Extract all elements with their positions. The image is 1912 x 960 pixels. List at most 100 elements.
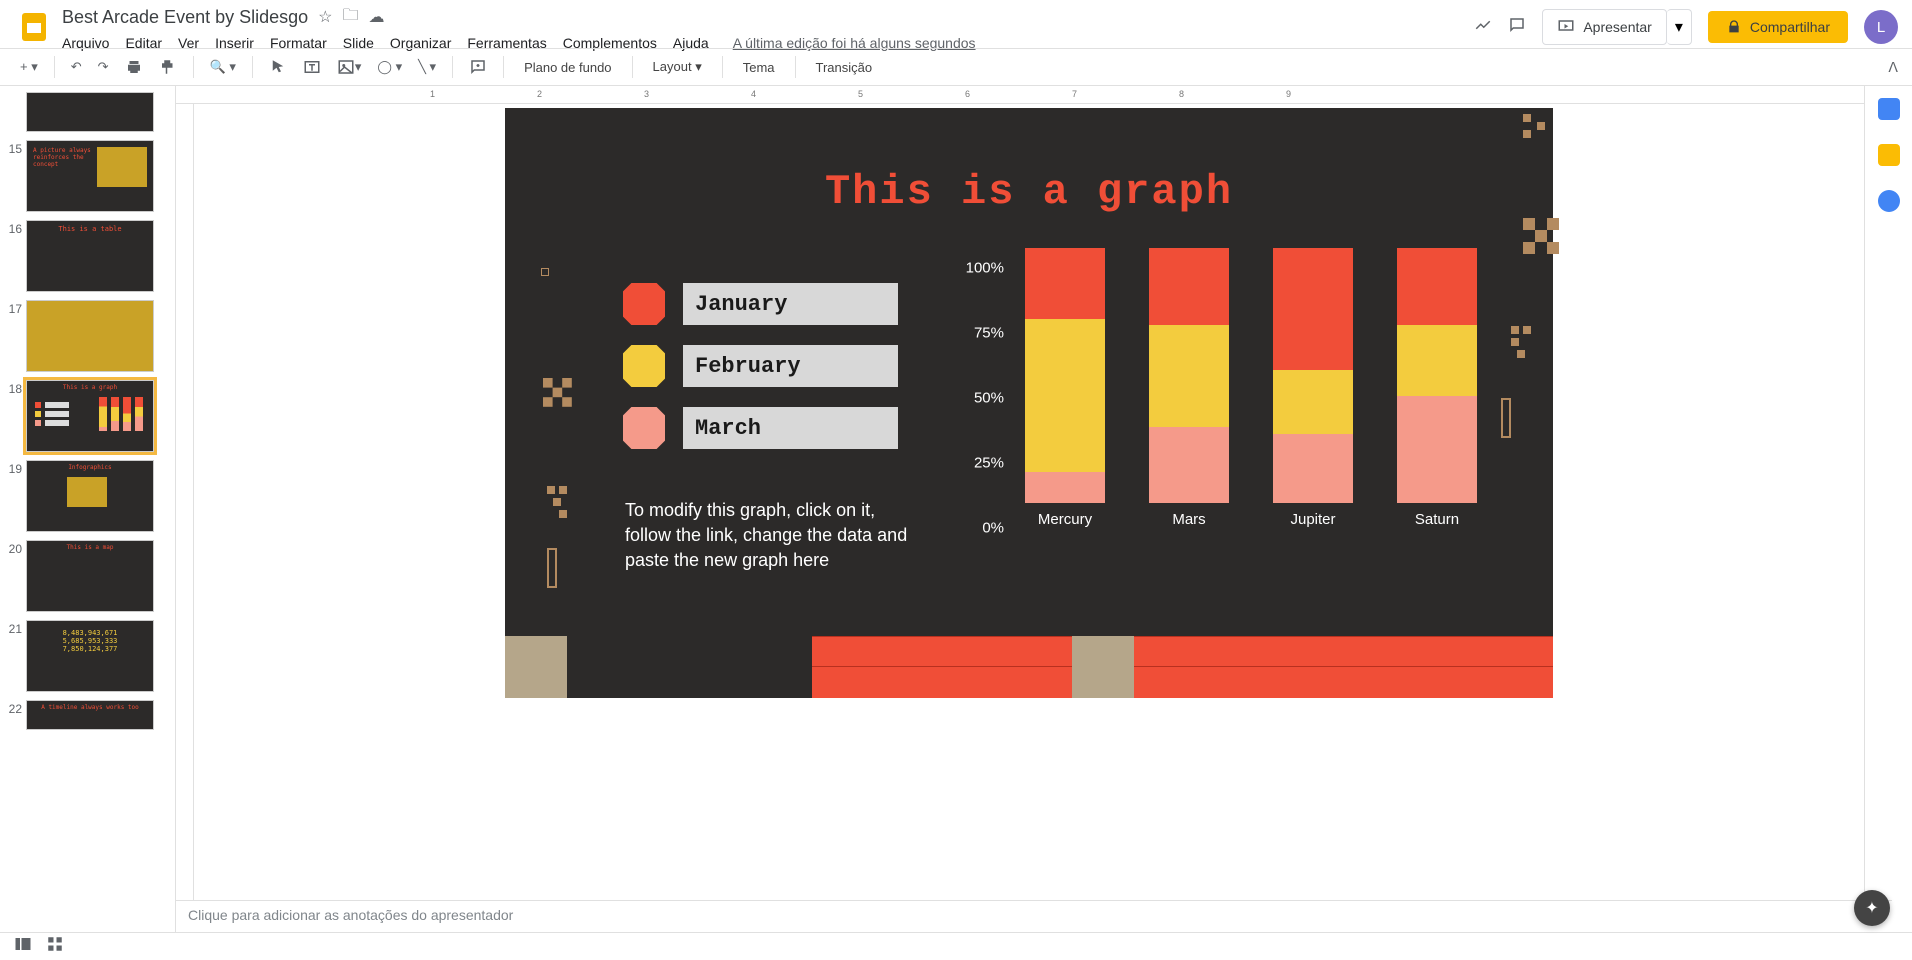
legend-label: March: [683, 407, 898, 449]
transition-button[interactable]: Transição: [806, 56, 883, 79]
textbox-tool[interactable]: [297, 54, 327, 80]
legend-swatch: [623, 283, 665, 325]
segment-february: [1273, 370, 1353, 434]
slide-thumb-15[interactable]: A picture alwaysreinforces theconcept: [26, 140, 154, 212]
thumb-num: 22: [4, 700, 26, 716]
filmstrip[interactable]: 15A picture alwaysreinforces theconcept …: [0, 86, 176, 932]
thumb-num: 19: [4, 460, 26, 476]
line-tool[interactable]: ╲ ▾: [412, 55, 442, 79]
brick-decoration: [505, 636, 1553, 698]
thumb-num: 18: [4, 380, 26, 396]
segment-february: [1025, 319, 1105, 472]
redo-button[interactable]: ↷: [92, 55, 115, 79]
new-slide-button[interactable]: + ▾: [14, 55, 44, 79]
bar-chart[interactable]: 100% 75% 50% 25% 0% MercuryMarsJupiterSa…: [955, 268, 1485, 568]
slide-thumb-21[interactable]: 8,483,943,6715,685,953,3337,850,124,377: [26, 620, 154, 692]
bar-mars: Mars: [1149, 248, 1229, 528]
horizontal-ruler[interactable]: 123456789: [176, 86, 1864, 104]
legend-item-march: March: [623, 407, 898, 449]
hide-menus-icon[interactable]: ᐱ: [1888, 59, 1898, 76]
segment-february: [1149, 325, 1229, 427]
notes-placeholder: Clique para adicionar as anotações do ap…: [188, 907, 513, 923]
bottom-bar: [0, 932, 1912, 960]
titlebar: Best Arcade Event by Slidesgo ☆ 🗀 ☁ Arqu…: [0, 0, 1912, 48]
side-panel: ›: [1864, 86, 1912, 932]
thumb-num: 21: [4, 620, 26, 636]
shape-tool[interactable]: ◯ ▾: [371, 55, 408, 79]
present-button[interactable]: Apresentar: [1542, 9, 1666, 45]
helper-text: To modify this graph, click on it, follo…: [625, 498, 915, 574]
tasks-icon[interactable]: [1878, 190, 1900, 212]
slide-canvas[interactable]: This is a graph: [505, 108, 1553, 698]
y-axis: 100% 75% 50% 25% 0%: [955, 268, 1010, 528]
present-dropdown[interactable]: ▾: [1667, 9, 1692, 45]
segment-january: [1025, 248, 1105, 319]
background-button[interactable]: Plano de fundo: [514, 56, 621, 79]
slide-thumb-22[interactable]: A timeline always works too: [26, 700, 154, 730]
slide-thumb-18[interactable]: This is a graph: [26, 380, 154, 452]
keep-icon[interactable]: [1878, 144, 1900, 166]
slides-logo-icon[interactable]: [14, 7, 54, 47]
legend-swatch: [623, 407, 665, 449]
thumb-num: 20: [4, 540, 26, 556]
bar-mercury: Mercury: [1025, 248, 1105, 528]
pixel-rect-icon: [1501, 398, 1511, 438]
legend-label: February: [683, 345, 898, 387]
ytick: 25%: [974, 455, 1004, 472]
segment-march: [1025, 472, 1105, 503]
category-label: Mercury: [1038, 511, 1092, 528]
segment-march: [1149, 427, 1229, 504]
share-button[interactable]: Compartilhar: [1708, 11, 1848, 43]
slide-thumb-16[interactable]: This is a table: [26, 220, 154, 292]
theme-button[interactable]: Tema: [733, 56, 785, 79]
slide-thumb-19[interactable]: Infographics: [26, 460, 154, 532]
thumb-num: 17: [4, 300, 26, 316]
thumb-num: 16: [4, 220, 26, 236]
print-button[interactable]: [119, 54, 149, 80]
star-icon[interactable]: ☆: [318, 7, 332, 27]
segment-march: [1273, 434, 1353, 503]
comment-tool[interactable]: [463, 54, 493, 80]
toolbar: + ▾ ↶ ↷ 🔍 ▾ ▾ ◯ ▾ ╲ ▾ Plano de fundo Lay…: [0, 48, 1912, 86]
ytick: 100%: [966, 260, 1004, 277]
explore-button[interactable]: ✦: [1854, 890, 1890, 926]
cloud-icon[interactable]: ☁: [369, 7, 385, 27]
calendar-icon[interactable]: [1878, 98, 1900, 120]
present-label: Apresentar: [1583, 19, 1651, 35]
activity-icon[interactable]: [1474, 16, 1492, 39]
bar-saturn: Saturn: [1397, 248, 1477, 528]
account-avatar[interactable]: L: [1864, 10, 1898, 44]
filmstrip-view-icon[interactable]: [14, 935, 32, 958]
legend-item-february: February: [623, 345, 898, 387]
select-tool[interactable]: [263, 54, 293, 80]
slide-thumb-17[interactable]: [26, 300, 154, 372]
grid-view-icon[interactable]: [46, 935, 64, 958]
paint-format-button[interactable]: [153, 54, 183, 80]
segment-january: [1149, 248, 1229, 325]
segment-january: [1273, 248, 1353, 370]
ytick: 50%: [974, 390, 1004, 407]
segment-march: [1397, 396, 1477, 503]
slide-title: This is a graph: [505, 108, 1553, 216]
image-tool[interactable]: ▾: [331, 54, 368, 80]
category-label: Saturn: [1415, 511, 1459, 528]
pixel-rect-icon: [547, 548, 557, 588]
segment-february: [1397, 325, 1477, 396]
legend-item-january: January: [623, 283, 898, 325]
chart-legend: January February March: [623, 283, 898, 469]
legend-label: January: [683, 283, 898, 325]
slide-thumb[interactable]: [26, 92, 154, 132]
zoom-button[interactable]: 🔍 ▾: [204, 55, 242, 79]
bar-jupiter: Jupiter: [1273, 248, 1353, 528]
ytick: 0%: [982, 520, 1004, 537]
vertical-ruler[interactable]: [176, 104, 194, 932]
slide-thumb-20[interactable]: This is a map: [26, 540, 154, 612]
undo-button[interactable]: ↶: [65, 55, 88, 79]
comments-icon[interactable]: [1508, 16, 1526, 39]
doc-title[interactable]: Best Arcade Event by Slidesgo: [62, 7, 308, 28]
category-label: Mars: [1172, 511, 1205, 528]
layout-button[interactable]: Layout ▾: [643, 55, 712, 79]
speaker-notes[interactable]: Clique para adicionar as anotações do ap…: [176, 900, 1892, 932]
move-icon[interactable]: 🗀: [343, 4, 359, 31]
share-label: Compartilhar: [1750, 19, 1830, 35]
